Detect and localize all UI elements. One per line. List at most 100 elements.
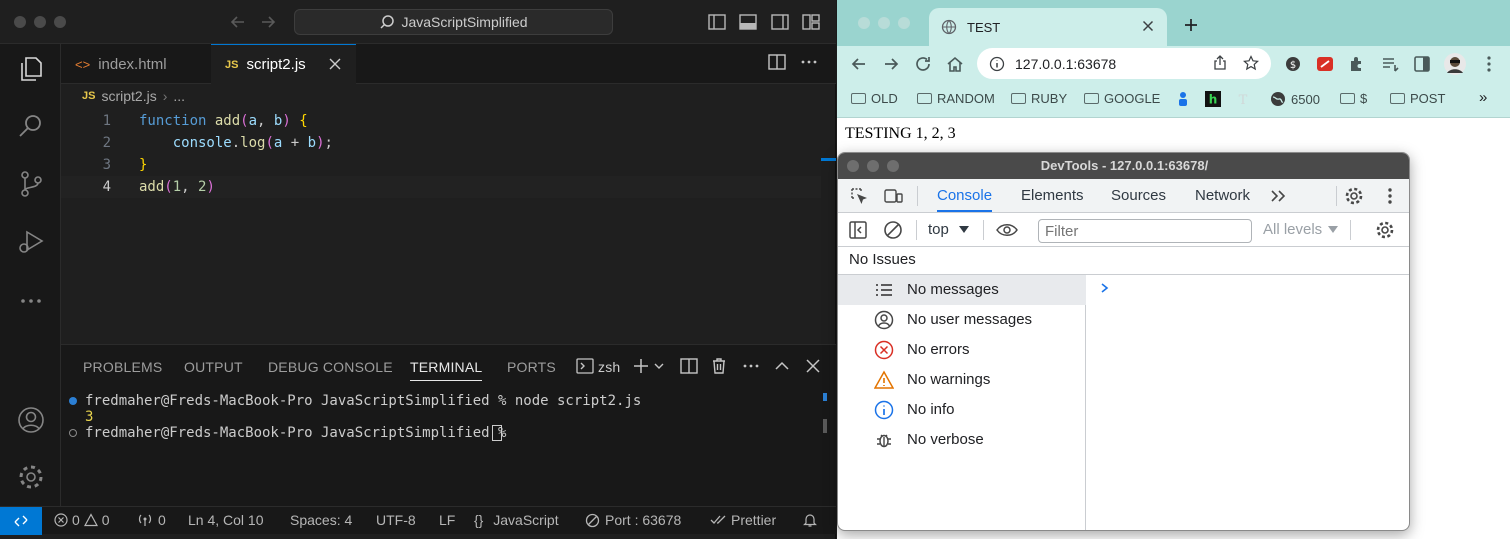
extension-icon[interactable]	[1315, 54, 1335, 74]
gear-icon[interactable]	[16, 462, 46, 492]
prettier-status[interactable]: Prettier	[710, 512, 776, 528]
tab-debug-console[interactable]: DEBUG CONSOLE	[268, 359, 393, 375]
cursor-position[interactable]: Ln 4, Col 10	[188, 512, 264, 528]
reload-icon[interactable]	[913, 54, 933, 74]
close-window-button[interactable]	[847, 160, 859, 172]
maximize-panel-icon[interactable]	[772, 356, 792, 376]
terminal-shell-label[interactable]: zsh	[598, 359, 620, 375]
home-icon[interactable]	[945, 54, 965, 74]
bookmark-folder-old[interactable]: OLD	[851, 91, 898, 106]
inspect-element-icon[interactable]	[849, 186, 869, 206]
bookmark-folder-google[interactable]: GOOGLE	[1084, 91, 1160, 106]
more-tabs-icon[interactable]	[1268, 186, 1288, 206]
split-editor-icon[interactable]	[767, 52, 787, 72]
close-window-button[interactable]	[14, 16, 26, 28]
sidebar-item-warnings[interactable]: No warnings	[838, 365, 1086, 395]
back-arrow-icon[interactable]	[228, 12, 248, 32]
forward-arrow-icon[interactable]	[881, 54, 901, 74]
log-levels-dropdown[interactable]: All levels	[1263, 221, 1339, 238]
console-output-area[interactable]	[1087, 275, 1409, 530]
share-icon[interactable]	[1212, 55, 1228, 71]
run-debug-icon[interactable]	[16, 226, 46, 256]
search-icon[interactable]	[16, 111, 46, 141]
eye-icon[interactable]	[995, 220, 1019, 240]
toggle-panel-icon[interactable]	[738, 12, 758, 32]
sidebar-item-verbose[interactable]: No verbose	[838, 425, 1086, 455]
close-window-button[interactable]	[858, 17, 870, 29]
more-bookmarks-icon[interactable]: »	[1479, 89, 1487, 106]
bookmark-folder-ruby[interactable]: RUBY	[1011, 91, 1067, 106]
chevron-down-icon[interactable]	[652, 356, 666, 376]
bookmark-star-icon[interactable]	[1243, 55, 1259, 71]
language-mode[interactable]: {} JavaScript	[474, 512, 559, 528]
bell-icon[interactable]	[802, 512, 818, 528]
accounts-icon[interactable]	[16, 405, 46, 435]
zoom-window-button[interactable]	[54, 16, 66, 28]
close-tab-icon[interactable]	[1141, 19, 1155, 33]
tab-problems[interactable]: PROBLEMS	[83, 359, 162, 375]
add-terminal-icon[interactable]	[631, 356, 651, 376]
tab-index-html[interactable]: <> index.html	[61, 44, 209, 84]
toggle-secondary-sidebar-icon[interactable]	[770, 12, 790, 32]
bookmark-nyt-icon[interactable]: T	[1235, 91, 1251, 107]
back-arrow-icon[interactable]	[849, 54, 869, 74]
more-icon[interactable]	[16, 286, 46, 316]
terminal-scrollbar[interactable]	[823, 419, 827, 433]
bookmark-person-icon[interactable]	[1178, 91, 1188, 107]
trash-icon[interactable]	[709, 356, 729, 376]
context-selector[interactable]: top	[928, 221, 969, 238]
sidebar-item-errors[interactable]: No errors	[838, 335, 1086, 365]
new-tab-button[interactable]	[1181, 15, 1201, 35]
minimize-window-button[interactable]	[34, 16, 46, 28]
tab-output[interactable]: OUTPUT	[184, 359, 243, 375]
puzzle-extensions-icon[interactable]	[1347, 54, 1367, 74]
source-control-icon[interactable]	[16, 169, 46, 199]
zoom-window-button[interactable]	[898, 17, 910, 29]
tab-terminal[interactable]: TERMINAL	[410, 359, 483, 381]
tab-console[interactable]: Console	[937, 187, 993, 212]
settings-gear-icon[interactable]	[1344, 186, 1364, 206]
issues-bar[interactable]: No Issues	[838, 247, 1409, 275]
tab-script2-js[interactable]: JS script2.js	[211, 44, 356, 84]
sidebar-item-user-messages[interactable]: No user messages	[838, 305, 1086, 335]
sidebar-item-info[interactable]: No info	[838, 395, 1086, 425]
ports-status[interactable]: 0	[137, 512, 166, 528]
bookmark-folder-post[interactable]: POST	[1390, 91, 1445, 106]
customize-layout-icon[interactable]	[801, 12, 821, 32]
device-toolbar-icon[interactable]	[883, 186, 903, 206]
tab-elements[interactable]: Elements	[1021, 187, 1084, 204]
encoding[interactable]: UTF-8	[376, 512, 416, 528]
split-terminal-icon[interactable]	[679, 356, 699, 376]
bookmark-folder-random[interactable]: RANDOM	[917, 91, 995, 106]
zoom-window-button[interactable]	[887, 160, 899, 172]
reading-list-icon[interactable]	[1380, 54, 1400, 74]
tab-sources[interactable]: Sources	[1111, 187, 1166, 204]
explorer-icon[interactable]	[16, 54, 46, 84]
breadcrumb-file[interactable]: script2.js	[101, 88, 156, 104]
bookmark-folder-dollar[interactable]: $	[1340, 91, 1367, 106]
clear-console-icon[interactable]	[883, 220, 903, 240]
more-actions-icon[interactable]	[741, 356, 761, 376]
breadcrumb[interactable]: JS script2.js › ...	[82, 88, 185, 104]
console-settings-gear-icon[interactable]	[1375, 220, 1395, 240]
breadcrumb-more[interactable]: ...	[173, 88, 185, 104]
chrome-menu-icon[interactable]	[1479, 54, 1499, 74]
close-tab-icon[interactable]	[328, 57, 342, 71]
problems-status[interactable]: 0 0	[54, 512, 110, 528]
command-center-search[interactable]: JavaScriptSimplified	[294, 9, 613, 35]
more-actions-icon[interactable]	[799, 52, 819, 72]
browser-tab[interactable]: TEST	[929, 8, 1167, 46]
close-panel-icon[interactable]	[803, 356, 823, 376]
remote-indicator[interactable]	[0, 507, 42, 535]
sidebar-item-messages[interactable]: No messages	[838, 275, 1086, 305]
bookmark-6500[interactable]: 6500	[1270, 91, 1320, 107]
avatar[interactable]	[1443, 52, 1467, 76]
code-editor[interactable]: 1 function add(a, b) { 2 console.log(a +…	[61, 108, 821, 338]
filter-input[interactable]	[1038, 219, 1252, 243]
forward-arrow-icon[interactable]	[258, 12, 278, 32]
extension-icon[interactable]: $	[1283, 54, 1303, 74]
show-sidebar-icon[interactable]	[848, 220, 868, 240]
toggle-sidebar-icon[interactable]	[707, 12, 727, 32]
side-panel-icon[interactable]	[1412, 54, 1432, 74]
customize-menu-icon[interactable]	[1380, 186, 1400, 206]
